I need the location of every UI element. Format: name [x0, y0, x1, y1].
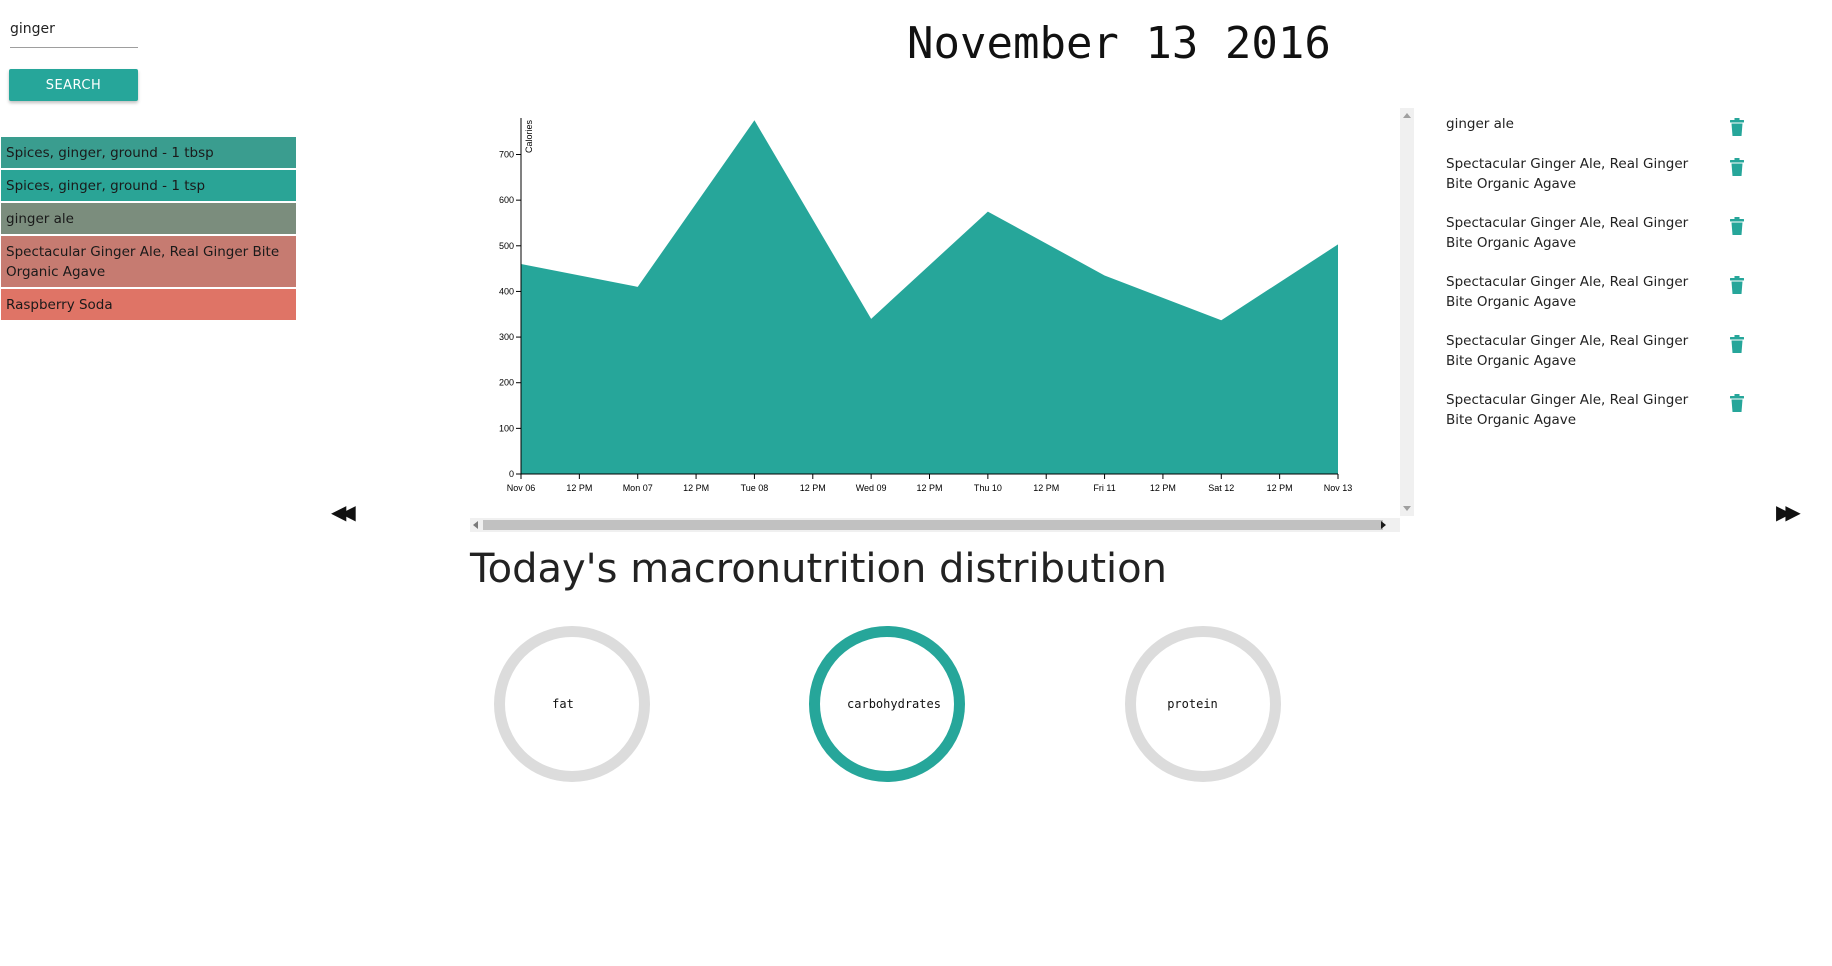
scroll-up-icon[interactable] — [1403, 113, 1411, 118]
search-result-item[interactable]: Spices, ginger, ground - 1 tbsp — [1, 137, 296, 168]
chart-vertical-scrollbar[interactable] — [1400, 108, 1414, 516]
y-tick-label: 200 — [499, 378, 514, 388]
calorie-area — [521, 120, 1338, 475]
food-log-item-label: Spectacular Ginger Ale, Real Ginger Bite… — [1446, 333, 1689, 369]
food-log-item-label: ginger ale — [1446, 116, 1514, 132]
scroll-down-icon[interactable] — [1403, 506, 1411, 511]
trash-icon[interactable] — [1730, 394, 1744, 418]
protein-ring: protein — [1125, 626, 1281, 782]
search-result-item[interactable]: Raspberry Soda — [1, 289, 296, 320]
trash-icon[interactable] — [1730, 118, 1744, 142]
x-tick-label: Nov 13 — [1324, 483, 1353, 493]
x-tick-label: Tue 08 — [741, 483, 769, 493]
fat-ring: fat — [494, 626, 650, 782]
rewind-icon[interactable]: ◀◀ — [331, 500, 356, 524]
y-tick-label: 500 — [499, 241, 514, 251]
scroll-right-icon[interactable] — [1381, 521, 1386, 529]
x-tick-label: 12 PM — [566, 483, 592, 493]
date-title: November 13 2016 — [907, 18, 1331, 69]
search-result-item[interactable]: Spectacular Ginger Ale, Real Ginger Bite… — [1, 236, 296, 287]
x-tick-label: 12 PM — [800, 483, 826, 493]
y-tick-label: 600 — [499, 195, 514, 205]
x-tick-label: Nov 06 — [507, 483, 536, 493]
food-log-list: ginger ale Spectacular Ginger Ale, Real … — [1446, 114, 1746, 449]
x-tick-label: Mon 07 — [623, 483, 653, 493]
y-tick-label: 700 — [499, 150, 514, 160]
y-tick-label: 300 — [499, 332, 514, 342]
fast-forward-icon[interactable]: ▶▶ — [1776, 500, 1801, 524]
search-result-item[interactable]: Spices, ginger, ground - 1 tsp — [1, 170, 296, 201]
x-tick-label: Fri 11 — [1093, 483, 1115, 493]
scrollbar-thumb[interactable] — [483, 520, 1383, 530]
chart-horizontal-scrollbar[interactable] — [470, 518, 1400, 532]
x-tick-label: Sat 12 — [1208, 483, 1234, 493]
trash-icon[interactable] — [1730, 335, 1744, 359]
food-log-item-label: Spectacular Ginger Ale, Real Ginger Bite… — [1446, 274, 1689, 310]
x-tick-label: 12 PM — [1267, 483, 1293, 493]
y-tick-label: 100 — [499, 423, 514, 433]
calorie-area-chart: 0 100 200 300 400 500 600 700 Nov 06 12 PM Mon 07 1… — [499, 118, 1353, 493]
x-tick-label: 12 PM — [916, 483, 942, 493]
trash-icon[interactable] — [1730, 217, 1744, 241]
x-tick-label: 12 PM — [683, 483, 709, 493]
search-results-list: Spices, ginger, ground - 1 tbsp Spices, … — [1, 137, 296, 322]
x-tick-label: Thu 10 — [974, 483, 1002, 493]
search-result-item[interactable]: ginger ale — [1, 203, 296, 234]
x-tick-label: Wed 09 — [856, 483, 887, 493]
trash-icon[interactable] — [1730, 276, 1744, 300]
food-log-item-label: Spectacular Ginger Ale, Real Ginger Bite… — [1446, 215, 1689, 251]
search-button[interactable]: SEARCH — [9, 69, 138, 101]
y-tick-label: 0 — [509, 469, 514, 479]
x-tick-label: 12 PM — [1033, 483, 1059, 493]
food-log-item: Spectacular Ginger Ale, Real Ginger Bite… — [1446, 154, 1746, 213]
ring-label: fat — [552, 697, 574, 711]
y-axis-label: Calories — [524, 120, 534, 154]
food-log-item: Spectacular Ginger Ale, Real Ginger Bite… — [1446, 331, 1746, 390]
food-log-item: Spectacular Ginger Ale, Real Ginger Bite… — [1446, 213, 1746, 272]
ring-label: protein — [1167, 697, 1218, 711]
search-input[interactable] — [10, 10, 138, 48]
food-log-item-label: Spectacular Ginger Ale, Real Ginger Bite… — [1446, 156, 1689, 192]
y-tick-label: 400 — [499, 286, 514, 296]
calorie-chart: 0 100 200 300 400 500 600 700 Nov 06 12 PM Mon 07 1… — [466, 108, 1410, 532]
carbohydrates-ring: carbohydrates — [809, 626, 965, 782]
food-log-item: Spectacular Ginger Ale, Real Ginger Bite… — [1446, 390, 1746, 449]
ring-label: carbohydrates — [847, 697, 941, 711]
macro-heading: Today's macronutrition distribution — [470, 546, 1167, 592]
food-log-item-label: Spectacular Ginger Ale, Real Ginger Bite… — [1446, 392, 1689, 428]
food-log-item: ginger ale — [1446, 114, 1746, 154]
scroll-left-icon[interactable] — [473, 521, 478, 529]
food-log-item: Spectacular Ginger Ale, Real Ginger Bite… — [1446, 272, 1746, 331]
trash-icon[interactable] — [1730, 158, 1744, 182]
x-tick-label: 12 PM — [1150, 483, 1176, 493]
